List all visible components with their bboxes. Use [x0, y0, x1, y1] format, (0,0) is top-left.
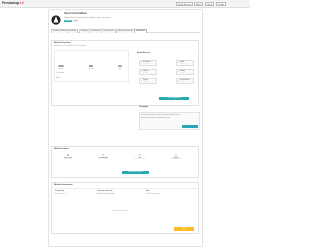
top-bar: Prestashop1.6 Quick Access Menu Shop Pro… — [0, 0, 250, 8]
tab-configuration[interactable]: Configuration — [101, 29, 116, 33]
info-col-2-text: Module developed by the team — [97, 194, 115, 195]
brand-logo[interactable]: Prestashop1.6 — [2, 1, 24, 5]
stat-rate: 0% Rate — [118, 65, 122, 70]
read-more-button[interactable]: Read more — [182, 125, 198, 128]
quick-access-title: Quick Access — [137, 52, 151, 54]
shop-name: Sport Gold Edition — [64, 12, 87, 15]
quick-access-button[interactable]: Quick Access — [176, 2, 194, 6]
shop-logo-icon — [51, 12, 61, 25]
info-col-1-heading: Compatibility — [55, 191, 65, 192]
changelog-line-1: Version update to the latest release of … — [141, 115, 181, 116]
quick-item-documentation[interactable]: ★ Documentation read docs — [176, 78, 194, 84]
stat-products: 2000 Products — [58, 65, 64, 70]
smiley-icon: ☺ — [174, 153, 178, 157]
overview-title: Module Overview — [54, 42, 71, 45]
last-update-value: - — [56, 75, 57, 77]
last-update-label: Last update — [56, 73, 65, 74]
go-to-configuration-button[interactable]: Go to configuration — [159, 97, 189, 101]
shop-description: Tagline for the prestashop module to you… — [64, 16, 111, 19]
tab-settings[interactable]: Settings — [79, 29, 90, 33]
overview-subtitle: Information to the module for the curren… — [54, 46, 87, 47]
feature-support: ☺ Support Help when you need it — [163, 153, 189, 160]
tab-dashboard[interactable]: Dashboard — [89, 29, 102, 33]
quick-item-import[interactable]: ★ Import import data — [176, 60, 194, 66]
stat-orders: 300 Orders — [88, 65, 94, 70]
info-col-2-heading: Developer information — [97, 191, 113, 192]
status-badge: Installed — [64, 19, 73, 23]
feature-easy-setup: ⚙ Easy setup Install in a few clicks — [55, 153, 81, 160]
pencil-icon: ✎ — [101, 153, 105, 157]
plane-icon: ✈ — [138, 153, 142, 157]
info-col-3-text: Contact the support team — [146, 194, 161, 195]
tab-dashboard-active[interactable]: Dashboard — [134, 29, 147, 33]
feature-fast: ✈ Fast Optimized performance — [127, 153, 153, 160]
save-button[interactable]: Save — [174, 227, 194, 231]
divider — [53, 188, 197, 189]
features-title: Module features — [54, 148, 70, 151]
help-hint[interactable]: Need help with this module? — [112, 211, 128, 212]
status-label: Status — [56, 78, 61, 79]
info-col-1-text: Prestashop 1.6 - 1.7 — [55, 194, 67, 195]
version-badge: v1.0 — [73, 19, 78, 23]
tab-bar: Module Dashboard Statistics Settings Das… — [51, 29, 200, 33]
changelog-title: Changelog — [139, 106, 149, 108]
discover-features-button[interactable]: Discover all features — [122, 171, 149, 175]
quick-item-statistics[interactable]: ★ Statistics view stats — [139, 69, 157, 75]
quick-item-settings[interactable]: ★ Settings configure — [176, 69, 194, 75]
profile-button[interactable]: Profile — [216, 2, 227, 6]
status-value: - — [56, 80, 57, 82]
quick-item-get-started[interactable]: ★ Get Started read the guide — [139, 60, 157, 66]
info-col-3-heading: Help — [146, 191, 150, 192]
tab-advanced-settings[interactable]: Advanced Settings — [116, 29, 135, 33]
shop-button[interactable]: Shop — [205, 2, 215, 6]
tab-statistics[interactable]: Statistics — [67, 29, 79, 33]
changelog-line-2: Bug fixes and performance improvements f… — [141, 118, 171, 119]
feature-customizable: ✎ Customizable Adapt to your store — [90, 153, 116, 160]
menu-button[interactable]: Menu — [194, 2, 204, 6]
info-title: Module information — [54, 184, 73, 187]
gear-icon: ⚙ — [66, 153, 70, 157]
quick-item-support[interactable]: ★ Support contact us — [139, 78, 157, 84]
